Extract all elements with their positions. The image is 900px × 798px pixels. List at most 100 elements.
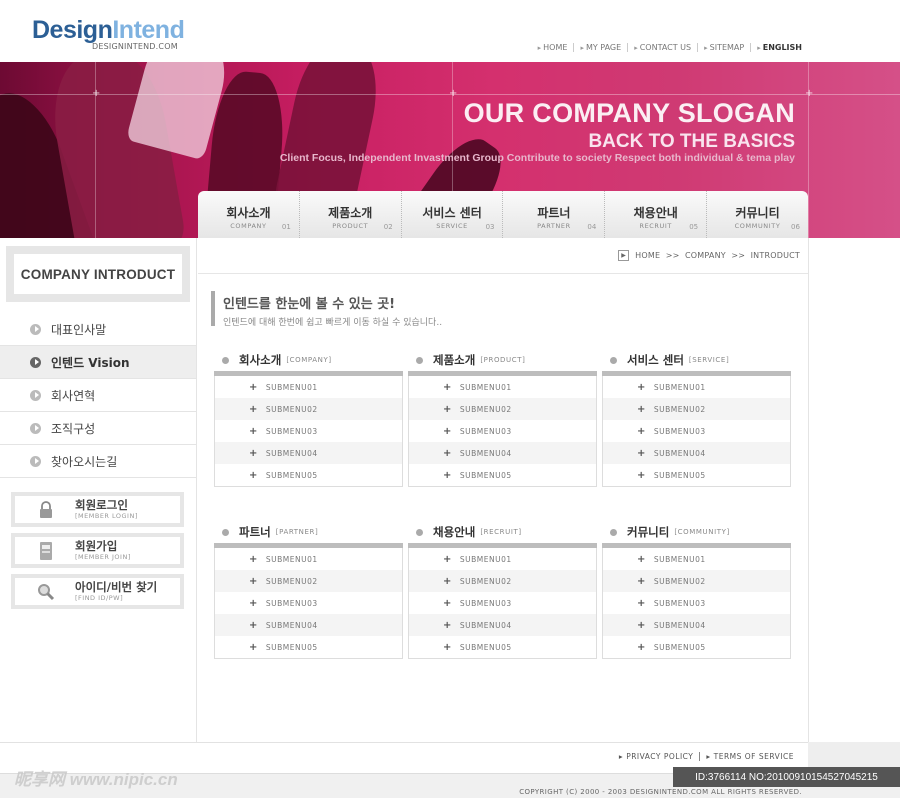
top-link-english[interactable]: ENGLISH [750, 43, 808, 52]
sidebar-item-label: 조직구성 [51, 421, 96, 436]
nav-tab-number: 06 [791, 223, 800, 231]
submenu-link[interactable]: + SUBMENU02 [215, 398, 402, 420]
submenu-link[interactable]: + SUBMENU03 [603, 592, 790, 614]
section-subtitle: [COMMUNITY] [674, 528, 730, 536]
top-link-mypage[interactable]: MY PAGE [573, 43, 627, 52]
nav-tab-product[interactable]: 제품소개 PRODUCT 02 [300, 191, 402, 238]
submenu-link[interactable]: + SUBMENU04 [603, 442, 790, 464]
nav-tab-community[interactable]: 커뮤니티 COMMUNITY 06 [707, 191, 808, 238]
submenu-link[interactable]: + SUBMENU01 [215, 548, 402, 570]
submenu-link[interactable]: + SUBMENU03 [409, 592, 596, 614]
submenu-link[interactable]: + SUBMENU03 [603, 420, 790, 442]
top-link-home[interactable]: HOME [532, 43, 574, 52]
plus-icon: + [443, 381, 452, 393]
footer-divider [0, 742, 900, 743]
top-link-sitemap[interactable]: SITEMAP [697, 43, 750, 52]
sidebar-item-greeting[interactable]: 대표인사말 [0, 313, 196, 346]
site-logo[interactable]: DesignIntend DESIGNINTEND.COM [32, 16, 185, 51]
submenu-link[interactable]: + SUBMENU03 [215, 592, 402, 614]
submenu-link[interactable]: + SUBMENU05 [409, 464, 596, 486]
submenu-link[interactable]: + SUBMENU04 [409, 614, 596, 636]
plus-icon: + [249, 619, 258, 631]
submenu-link[interactable]: + SUBMENU05 [409, 636, 596, 658]
submenu-link[interactable]: + SUBMENU04 [409, 442, 596, 464]
plus-icon: + [637, 425, 646, 437]
submenu-label: SUBMENU03 [459, 426, 512, 436]
submenu-link[interactable]: + SUBMENU05 [603, 464, 790, 486]
submenu-link[interactable]: + SUBMENU04 [603, 614, 790, 636]
submenu-label: SUBMENU01 [265, 382, 318, 392]
sidebar-item-label: 대표인사말 [51, 322, 107, 337]
submenu-link[interactable]: + SUBMENU01 [215, 376, 402, 398]
plus-icon: + [443, 447, 452, 459]
sidebar-item-location[interactable]: 찾아오시는길 [0, 445, 196, 478]
submenu-link[interactable]: + SUBMENU02 [215, 570, 402, 592]
top-link-contact[interactable]: CONTACT US [627, 43, 697, 52]
plus-icon: + [249, 381, 258, 393]
submenu-link[interactable]: + SUBMENU02 [409, 570, 596, 592]
submenu-label: SUBMENU05 [653, 470, 706, 480]
bullet-dot-icon [416, 356, 423, 364]
privacy-policy-link[interactable]: PRIVACY POLICY [613, 752, 699, 761]
plus-icon: + [637, 597, 646, 609]
nav-tab-number: 05 [689, 223, 699, 231]
submenu-link[interactable]: + SUBMENU01 [603, 376, 790, 398]
top-navigation: HOME MY PAGE CONTACT US SITEMAP ENGLISH [532, 43, 808, 52]
sidebar-title: COMPANY INTRODUCT [14, 254, 182, 294]
nav-tab-company[interactable]: 회사소개 COMPANY 01 [198, 191, 300, 238]
submenu-link[interactable]: + SUBMENU02 [603, 570, 790, 592]
submenu-label: SUBMENU05 [459, 642, 512, 652]
member-join-button[interactable]: 회원가입 [MEMBER JOIN] [11, 533, 184, 568]
section-title: 서비스 센터 [627, 353, 684, 367]
bullet-dot-icon [222, 356, 229, 364]
logo-subtitle: DESIGNINTEND.COM [92, 42, 178, 51]
submenu-link[interactable]: + SUBMENU02 [409, 398, 596, 420]
sidebar-item-organization[interactable]: 조직구성 [0, 412, 196, 445]
nav-tab-partner[interactable]: 파트너 PARTNER 04 [503, 191, 606, 238]
arrow-bullet-icon [30, 455, 41, 467]
nav-tab-label: 커뮤니티 [735, 206, 780, 220]
home-arrow-icon: ▶ [618, 250, 630, 261]
intro-heading: 인텐드를 한눈에 볼 수 있는 곳! [223, 297, 396, 312]
sidebar-item-history[interactable]: 회사연혁 [0, 379, 196, 412]
submenu-link[interactable]: + SUBMENU02 [603, 398, 790, 420]
plus-icon: + [443, 469, 452, 481]
submenu-link[interactable]: + SUBMENU01 [603, 548, 790, 570]
crosshair-icon: + [449, 88, 458, 99]
member-login-sublabel: [MEMBER LOGIN] [75, 512, 138, 520]
submenu-link[interactable]: + SUBMENU01 [409, 376, 596, 398]
submenu-link[interactable]: + SUBMENU03 [215, 420, 402, 442]
member-login-button[interactable]: 회원로그인 [MEMBER LOGIN] [11, 492, 184, 527]
section-title: 제품소개 [433, 353, 476, 367]
section-subtitle: [PARTNER] [275, 528, 319, 536]
arrow-bullet-icon [30, 389, 41, 401]
plus-icon: + [249, 403, 258, 415]
sidebar-item-vision[interactable]: 인텐드 Vision [0, 346, 196, 379]
arrow-bullet-icon [30, 356, 41, 368]
submenu-link[interactable]: + SUBMENU04 [215, 614, 402, 636]
nav-tab-number: 02 [383, 223, 393, 231]
nav-tab-service[interactable]: 서비스 센터 SERVICE 03 [402, 191, 504, 238]
bullet-dot-icon [610, 356, 617, 364]
plus-icon: + [249, 553, 258, 565]
find-id-pw-button[interactable]: 아이디/비번 찾기 [FIND ID/PW] [11, 574, 184, 609]
nav-tab-label: 서비스 센터 [422, 206, 482, 220]
submenu-link[interactable]: + SUBMENU03 [409, 420, 596, 442]
plus-icon: + [443, 403, 452, 415]
copyright-text: COPYRIGHT (C) 2000 - 2003 DESIGNINTEND.C… [519, 788, 802, 796]
plus-icon: + [637, 447, 646, 459]
submenu-label: SUBMENU04 [265, 620, 318, 630]
terms-of-service-link[interactable]: TERMS OF SERVICE [699, 752, 800, 761]
submenu-link[interactable]: + SUBMENU05 [215, 464, 402, 486]
plus-icon: + [637, 575, 646, 587]
nav-tab-recruit[interactable]: 채용안내 RECRUIT 05 [605, 191, 708, 238]
sidebar-item-label: 찾아오시는길 [51, 454, 118, 469]
submenu-link[interactable]: + SUBMENU05 [603, 636, 790, 658]
submenu-link[interactable]: + SUBMENU01 [409, 548, 596, 570]
magnifier-icon [35, 582, 57, 602]
submenu-link[interactable]: + SUBMENU04 [215, 442, 402, 464]
content-left-border [196, 238, 197, 743]
submenu-label: SUBMENU03 [653, 598, 706, 608]
breadcrumb-path: HOME >> COMPANY >> INTRODUCT [635, 251, 800, 260]
submenu-link[interactable]: + SUBMENU05 [215, 636, 402, 658]
